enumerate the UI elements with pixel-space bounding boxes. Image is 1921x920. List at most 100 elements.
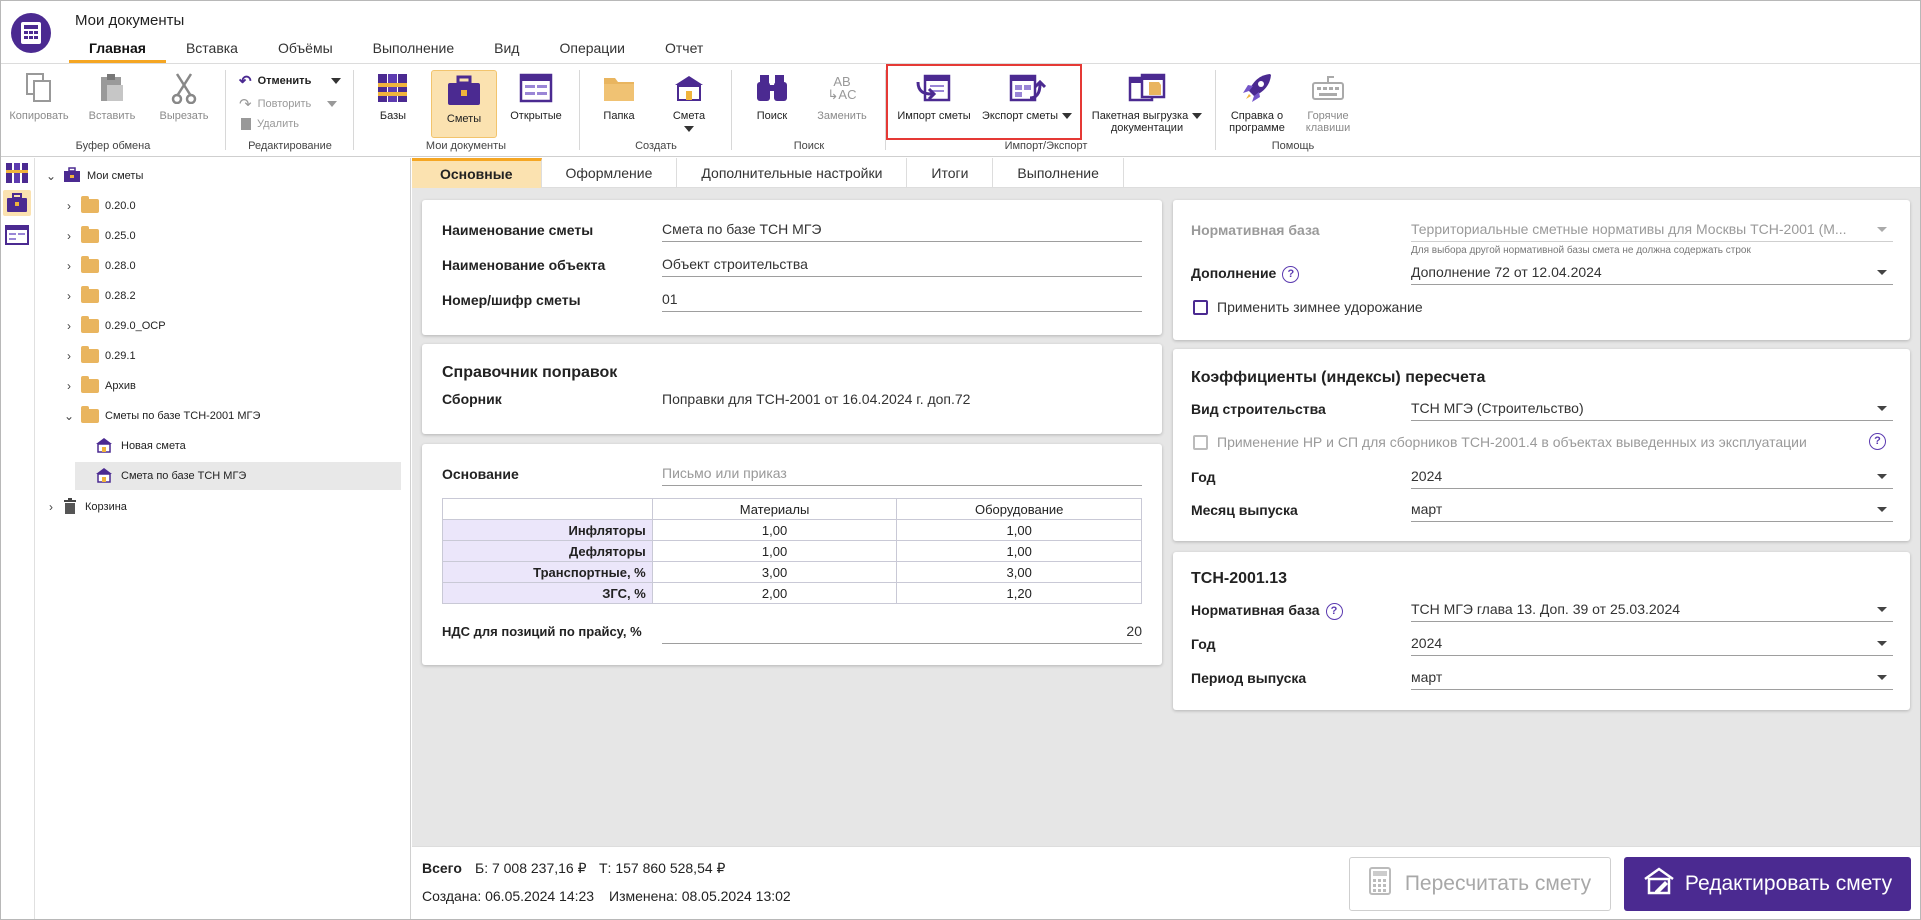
bases-button[interactable]: Базы [365,68,421,122]
tree-trash[interactable]: › Корзина [43,494,127,520]
general-card: Наименование сметы Смета по базе ТСН МГЭ… [422,200,1162,335]
calculator-icon [1368,867,1391,901]
addition-select[interactable]: Дополнение 72 от 12.04.2024 [1411,263,1893,285]
undo-button[interactable]: ↶ Отменить [239,72,342,90]
about-button[interactable]: Справка о программе [1223,68,1291,134]
replace-button[interactable]: AB ↳AC Заменить [811,68,873,122]
batch-export-button[interactable]: Пакетная выгрузка документации [1087,68,1207,134]
tree-folder[interactable]: › 0.29.1 [61,343,136,369]
app-logo-icon[interactable] [11,13,51,53]
basis-input[interactable]: Письмо или приказ [662,464,1142,486]
delete-button[interactable]: Удалить [241,118,299,130]
new-folder-button[interactable]: Папка [595,68,643,122]
search-button[interactable]: Поиск [747,68,797,122]
chevron-right-icon[interactable]: › [61,229,77,243]
new-estimate-button[interactable]: Смета [661,68,717,132]
table-row: Инфляторы 1,00 1,00 [442,519,1142,541]
estimate-name-input[interactable]: Смета по базе ТСН МГЭ [662,220,1142,242]
help-icon[interactable]: ? [1282,265,1300,283]
tab-execution-content[interactable]: Выполнение [993,158,1124,188]
tree-estimate-selected[interactable]: Смета по базе ТСН МГЭ [95,463,246,489]
chevron-down-icon [1877,270,1887,275]
open-view-icon[interactable] [5,224,29,246]
table-row: Транспортные, % 3,00 3,00 [442,561,1142,583]
tree-folder[interactable]: › 0.25.0 [61,223,136,249]
chevron-down-icon [1877,474,1887,479]
bases-view-icon[interactable] [5,162,29,184]
recalc-coefficients-card: Коэффициенты (индексы) пересчета Вид стр… [1173,349,1910,541]
tsn13-year-select[interactable]: 2024 [1411,634,1893,656]
group-label-help: Помощь [1271,140,1315,152]
redo-button[interactable]: ↷ Повторить [239,95,338,113]
help-icon[interactable]: ? [1869,433,1886,450]
tree-folder[interactable]: › 0.20.0 [61,193,136,219]
vat-input[interactable]: 20 [662,622,1142,644]
recalculate-button[interactable]: Пересчитать смету [1349,857,1611,911]
bases-icon [376,68,410,108]
month-select[interactable]: март [1411,500,1893,522]
estimates-button[interactable]: Сметы [431,70,497,138]
tab-general[interactable]: Основные [412,158,542,188]
group-label-my-docs: Мои документы [425,140,507,152]
ribbon-divider [579,70,580,150]
winter-checkbox[interactable] [1193,300,1208,315]
ribbon-divider [353,70,354,150]
estimate-number-input[interactable]: 01 [662,290,1142,312]
app-window: Мои документы Главная Вставка Объёмы Вып… [0,0,1921,920]
edit-house-icon [1643,867,1675,901]
hotkeys-button[interactable]: Горячие клавиши [1297,68,1359,134]
tab-volumes[interactable]: Объёмы [258,39,353,63]
tree-folder[interactable]: › 0.29.0_ОСР [61,313,166,339]
tab-view[interactable]: Вид [474,39,539,63]
apply-nr-sp-checkbox[interactable] [1193,435,1208,450]
tsn13-base-select[interactable]: ТСН МГЭ глава 13. Доп. 39 от 25.03.2024 [1411,600,1893,622]
tab-report[interactable]: Отчет [645,39,723,63]
chevron-right-icon[interactable]: › [61,289,77,303]
corrections-collection-value[interactable]: Поправки для ТСН-2001 от 16.04.2024 г. д… [662,391,970,407]
table-row: ЗГС, % 2,00 1,20 [442,582,1142,604]
construction-type-select[interactable]: ТСН МГЭ (Строительство) [1411,399,1893,421]
tree-root[interactable]: ⌄ Мои сметы [43,163,143,189]
content-tabs: Основные Оформление Дополнительные настр… [412,158,1920,188]
undo-icon: ↶ [239,73,252,90]
ribbon-divider [731,70,732,150]
tree-estimate[interactable]: Новая смета [95,433,186,459]
chevron-down-icon[interactable]: ⌄ [43,169,59,183]
tab-operations[interactable]: Операции [539,39,645,63]
tree-folder[interactable]: › 0.28.0 [61,253,136,279]
cut-button[interactable]: Вырезать [153,68,215,122]
tab-insert[interactable]: Вставка [166,39,258,63]
group-label-search: Поиск [793,140,825,152]
chevron-down-icon[interactable]: ⌄ [61,409,77,423]
chevron-right-icon[interactable]: › [61,259,77,273]
paste-button[interactable]: Вставить [81,68,143,122]
chevron-down-icon [331,78,342,84]
tab-execution[interactable]: Выполнение [353,39,474,63]
normative-base-select[interactable]: Территориальные сметные нормативы для Мо… [1411,220,1893,242]
tab-additional-settings[interactable]: Дополнительные настройки [677,158,908,188]
tab-design[interactable]: Оформление [542,158,678,188]
copy-button[interactable]: Копировать [7,68,71,122]
tab-totals[interactable]: Итоги [907,158,994,188]
chevron-right-icon[interactable]: › [43,500,59,514]
tree-folder-expanded[interactable]: ⌄ Сметы по базе ТСН-2001 МГЭ [61,403,260,429]
basis-card: Основание Письмо или приказ Материалы Об… [422,444,1162,665]
chevron-down-icon [1877,507,1887,512]
tree-folder[interactable]: › 0.28.2 [61,283,136,309]
ribbon-divider [1215,70,1216,150]
help-icon[interactable]: ? [1325,602,1343,620]
tsn13-period-select[interactable]: март [1411,668,1893,690]
object-name-input[interactable]: Объект строительства [662,255,1142,277]
chevron-right-icon[interactable]: › [61,319,77,333]
open-docs-button[interactable]: Открытые [505,68,567,122]
column-header: Оборудование [896,498,1142,520]
edit-estimate-button[interactable]: Редактировать смету [1624,857,1911,911]
chevron-right-icon[interactable]: › [61,349,77,363]
tab-home[interactable]: Главная [69,39,166,63]
chevron-right-icon[interactable]: › [61,199,77,213]
estimates-view-icon[interactable] [3,190,31,216]
year-select[interactable]: 2024 [1411,467,1893,489]
chevron-right-icon[interactable]: › [61,379,77,393]
modified-date: Изменена: 08.05.2024 13:02 [609,888,791,904]
tree-folder[interactable]: › Архив [61,373,136,399]
